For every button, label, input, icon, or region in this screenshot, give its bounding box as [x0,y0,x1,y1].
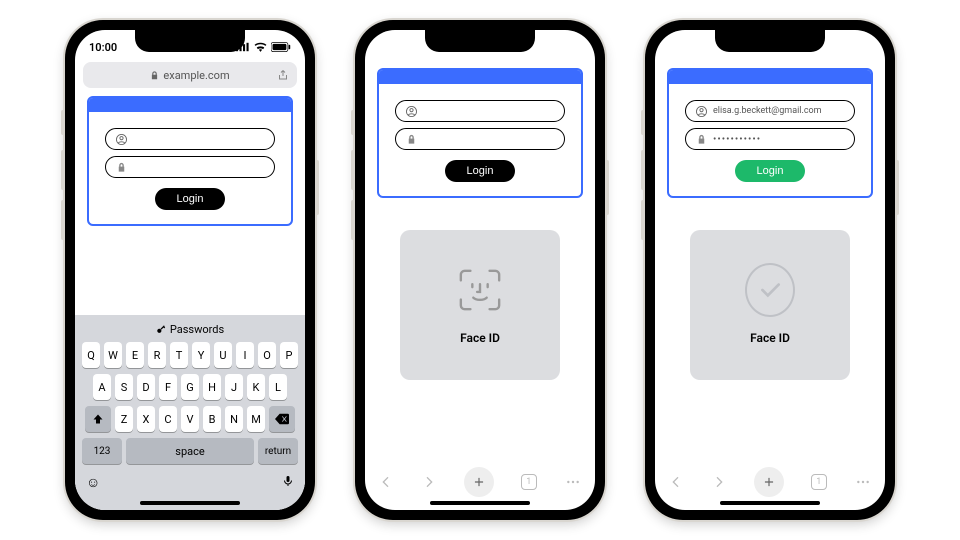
key-row-fn: 123 space return [78,438,302,464]
key-row-2: ASDFGHJKL [78,374,302,400]
mic-icon[interactable] [282,474,294,492]
phone-3: elisa.g.beckett@gmail.com ••••••••••• Lo… [645,20,895,520]
back-icon[interactable] [668,474,684,490]
more-icon[interactable] [564,474,582,490]
login-button[interactable]: Login [735,160,806,182]
username-field[interactable] [105,128,275,150]
key-O[interactable]: O [258,342,276,368]
new-tab-button[interactable] [754,467,784,497]
battery-icon [271,42,291,52]
key-E[interactable]: E [126,342,144,368]
faceid-label: Face ID [750,331,790,345]
screen: elisa.g.beckett@gmail.com ••••••••••• Lo… [655,30,885,510]
faceid-success-icon [745,265,795,315]
forward-icon[interactable] [711,474,727,490]
shift-key[interactable] [85,406,111,432]
login-card: Login [87,96,293,226]
key-L[interactable]: L [269,374,287,400]
key-N[interactable]: N [225,406,243,432]
plus-icon [472,475,486,489]
key-row-1: QWERTYUIOP [78,342,302,368]
login-card: Login [377,68,583,198]
lock-icon [406,134,417,145]
wifi-icon [254,42,267,52]
password-field[interactable]: ••••••••••• [685,128,855,150]
login-card: elisa.g.beckett@gmail.com ••••••••••• Lo… [667,68,873,198]
back-icon[interactable] [378,474,394,490]
screen: Login Face ID 1 [365,30,595,510]
key-F[interactable]: F [159,374,177,400]
username-field[interactable] [395,100,565,122]
key-W[interactable]: W [104,342,122,368]
backspace-key[interactable] [269,406,295,432]
key-R[interactable]: R [148,342,166,368]
phone-1: 10:00 example.com Login [65,20,315,520]
key-H[interactable]: H [203,374,221,400]
login-button[interactable]: Login [155,188,226,210]
tabs-button[interactable]: 1 [811,474,827,490]
key-V[interactable]: V [181,406,199,432]
faceid-icon [455,265,505,315]
key-Q[interactable]: Q [82,342,100,368]
key-G[interactable]: G [181,374,199,400]
faceid-panel: Face ID [400,230,560,380]
lock-icon [696,134,707,145]
faceid-panel: Face ID [690,230,850,380]
faceid-label: Face ID [460,331,500,345]
numbers-key[interactable]: 123 [82,438,122,464]
key-S[interactable]: S [115,374,133,400]
return-key[interactable]: return [258,438,298,464]
browser-toolbar: 1 [365,464,595,500]
key-A[interactable]: A [93,374,111,400]
key-Y[interactable]: Y [192,342,210,368]
passwords-row[interactable]: Passwords [78,319,302,342]
browser-toolbar: 1 [655,464,885,500]
user-icon [116,134,127,145]
key-I[interactable]: I [236,342,254,368]
password-value: ••••••••••• [713,134,761,145]
emoji-icon[interactable]: ☺ [86,474,100,492]
username-value: elisa.g.beckett@gmail.com [713,106,822,116]
screen: 10:00 example.com Login [75,30,305,510]
keyboard: Passwords QWERTYUIOP ASDFGHJKL ZXCVBNM 1… [75,315,305,510]
space-key[interactable]: space [126,438,254,464]
key-icon [156,325,166,335]
key-X[interactable]: X [137,406,155,432]
url-text: example.com [163,69,229,82]
key-T[interactable]: T [170,342,188,368]
key-Z[interactable]: Z [115,406,133,432]
key-C[interactable]: C [159,406,177,432]
url-bar[interactable]: example.com [83,62,297,88]
key-P[interactable]: P [280,342,298,368]
tabs-button[interactable]: 1 [521,474,537,490]
key-U[interactable]: U [214,342,232,368]
user-icon [696,106,707,117]
shift-icon [92,413,104,425]
share-icon[interactable] [277,69,289,81]
password-field[interactable] [105,156,275,178]
key-row-3: ZXCVBNM [78,406,302,432]
phone-2: Login Face ID 1 [355,20,605,520]
key-B[interactable]: B [203,406,221,432]
backspace-icon [275,413,289,425]
key-K[interactable]: K [247,374,265,400]
key-M[interactable]: M [247,406,265,432]
login-button[interactable]: Login [445,160,516,182]
plus-icon [762,475,776,489]
new-tab-button[interactable] [464,467,494,497]
username-field[interactable]: elisa.g.beckett@gmail.com [685,100,855,122]
user-icon [406,106,417,117]
forward-icon[interactable] [421,474,437,490]
passwords-label: Passwords [170,323,224,336]
lock-icon [116,162,127,173]
more-icon[interactable] [854,474,872,490]
check-icon [757,277,783,303]
password-field[interactable] [395,128,565,150]
lock-icon [150,71,159,80]
key-J[interactable]: J [225,374,243,400]
status-time: 10:00 [89,41,117,54]
key-D[interactable]: D [137,374,155,400]
